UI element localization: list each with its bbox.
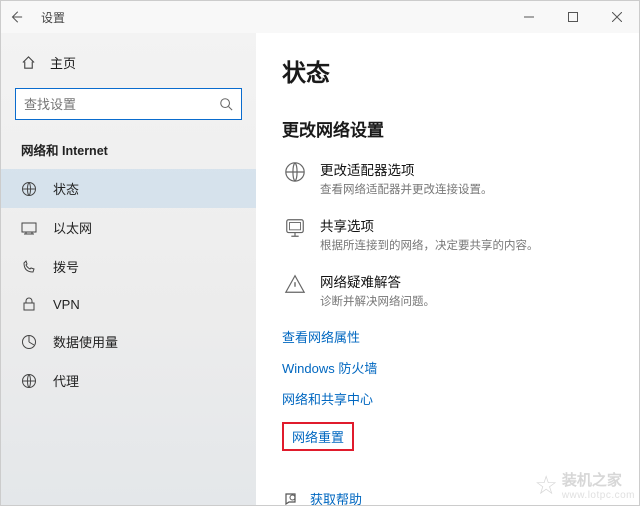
option-title: 更改适配器选项 [320,159,493,179]
back-button[interactable] [9,10,37,24]
maximize-button[interactable] [551,1,595,33]
page-title: 状态 [282,53,613,88]
option-title: 网络疑难解答 [320,271,435,291]
window-title: 设置 [41,9,65,26]
option-title: 共享选项 [320,215,539,235]
status-icon [21,181,37,197]
sidebar-item-proxy[interactable]: 代理 [1,361,256,400]
home-label: 主页 [50,53,76,72]
sidebar: 主页 网络和 Internet 状态 以太网 [1,33,256,505]
search-wrap [1,82,256,134]
home-icon [21,55,36,70]
maximize-icon [568,12,578,22]
option-sub: 根据所连接到的网络，决定要共享的内容。 [320,237,539,253]
section-title: 更改网络设置 [282,116,613,141]
sidebar-item-label: 代理 [53,371,79,390]
datausage-icon [21,334,37,350]
sidebar-item-datausage[interactable]: 数据使用量 [1,322,256,361]
sidebar-item-dialup[interactable]: 拨号 [1,247,256,286]
window-controls [507,1,639,33]
option-sharing[interactable]: 共享选项 根据所连接到的网络，决定要共享的内容。 [282,215,613,253]
proxy-icon [21,373,37,389]
option-troubleshoot[interactable]: 网络疑难解答 诊断并解决网络问题。 [282,271,613,309]
link-network-props[interactable]: 查看网络属性 [282,327,360,346]
option-adapter[interactable]: 更改适配器选项 查看网络适配器并更改连接设置。 [282,159,613,197]
dialup-icon [21,259,37,275]
content: 状态 更改网络设置 更改适配器选项 查看网络适配器并更改连接设置。 共享选项 根… [256,33,639,505]
close-icon [612,12,622,22]
ethernet-icon [21,220,37,236]
sidebar-item-label: 数据使用量 [53,332,118,351]
sidebar-item-label: VPN [53,297,80,312]
help-row[interactable]: 获取帮助 [282,489,613,505]
minimize-button[interactable] [507,1,551,33]
adapter-icon [282,159,308,185]
sidebar-item-label: 状态 [53,179,79,198]
arrow-left-icon [9,10,23,24]
search-icon [219,97,233,111]
sidebar-item-vpn[interactable]: VPN [1,286,256,322]
option-sub: 查看网络适配器并更改连接设置。 [320,181,493,197]
link-sharing-center[interactable]: 网络和共享中心 [282,389,373,408]
titlebar: 设置 [1,1,639,33]
sidebar-item-ethernet[interactable]: 以太网 [1,208,256,247]
link-list: 查看网络属性 Windows 防火墙 网络和共享中心 网络重置 [282,327,613,463]
troubleshoot-icon [282,271,308,297]
option-sub: 诊断并解决网络问题。 [320,293,435,309]
close-button[interactable] [595,1,639,33]
sidebar-group-label: 网络和 Internet [1,134,256,169]
minimize-icon [524,12,534,22]
sidebar-item-label: 拨号 [53,257,79,276]
help-icon [282,491,300,506]
sidebar-item-status[interactable]: 状态 [1,169,256,208]
search-box[interactable] [15,88,242,120]
link-network-reset[interactable]: 网络重置 [282,422,354,451]
body: 主页 网络和 Internet 状态 以太网 [1,33,639,505]
help-label: 获取帮助 [310,489,362,505]
sharing-icon [282,215,308,241]
link-firewall[interactable]: Windows 防火墙 [282,358,377,377]
settings-window: 设置 主页 网络和 Internet [0,0,640,506]
sidebar-item-label: 以太网 [53,218,92,237]
home-link[interactable]: 主页 [1,47,256,82]
search-input[interactable] [24,97,219,112]
vpn-icon [21,296,37,312]
